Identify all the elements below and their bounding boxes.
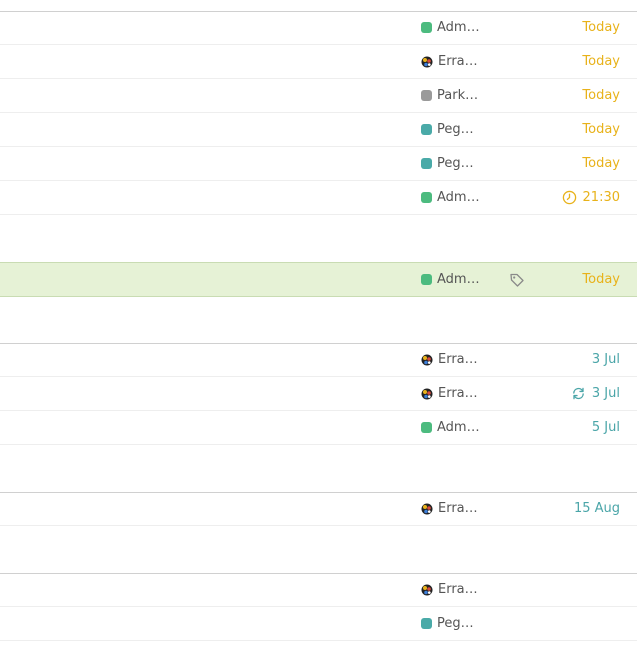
green-swatch-icon [421, 22, 432, 33]
project-name: Adm… [437, 420, 480, 435]
project-label[interactable]: Peg… [421, 113, 474, 146]
project-name: Erra… [438, 352, 478, 367]
project-label[interactable]: Adm… [421, 411, 480, 444]
tag-button[interactable] [509, 263, 525, 296]
green-swatch-icon [421, 192, 432, 203]
task-row[interactable]: Erra… 15 Aug [0, 492, 637, 526]
project-label[interactable]: Park… [421, 79, 478, 112]
project-name: Adm… [437, 190, 480, 205]
project-name: Peg… [437, 616, 474, 631]
green-swatch-icon [421, 274, 432, 285]
task-row[interactable]: Adm… 21:30 [0, 181, 637, 215]
task-row[interactable]: Peg… Today [0, 113, 637, 147]
tag-icon [510, 273, 524, 287]
project-name: Adm… [437, 272, 480, 287]
project-label[interactable]: Adm… [421, 11, 480, 44]
due-date[interactable]: 3 Jul [592, 386, 620, 401]
project-label[interactable]: Erra… [421, 573, 478, 606]
due-date[interactable]: Today [582, 20, 620, 35]
task-row[interactable]: Erra… 3 Jul [0, 343, 637, 377]
task-row-selected[interactable]: Adm… Today [0, 262, 637, 297]
avatar-icon [421, 584, 433, 595]
project-name: Peg… [437, 122, 474, 137]
task-row[interactable]: Erra… [0, 573, 637, 607]
avatar-icon [421, 354, 433, 365]
due-date[interactable]: 3 Jul [592, 352, 620, 367]
due-date[interactable]: Today [582, 156, 620, 171]
due-date[interactable]: 21:30 [583, 190, 620, 205]
project-name: Erra… [438, 54, 478, 69]
project-label[interactable]: Adm… [421, 263, 480, 296]
project-name: Park… [437, 88, 479, 103]
task-row[interactable]: Peg… [0, 607, 637, 641]
repeat-icon [573, 387, 584, 400]
task-row[interactable]: Adm… Today [0, 11, 637, 45]
clock-icon [562, 190, 576, 205]
project-name: Peg… [437, 156, 474, 171]
teal-swatch-icon [421, 124, 432, 135]
due-date[interactable]: 15 Aug [574, 501, 620, 516]
task-row[interactable]: Adm… 5 Jul [0, 411, 637, 445]
avatar-icon [421, 388, 433, 399]
due-date[interactable]: Today [582, 54, 620, 69]
project-name: Adm… [437, 20, 480, 35]
project-label[interactable]: Erra… [421, 492, 478, 525]
project-label[interactable]: Erra… [421, 377, 478, 410]
task-row[interactable]: Erra… Today [0, 45, 637, 79]
project-label[interactable]: Erra… [421, 45, 478, 78]
task-row[interactable]: Park… Today [0, 79, 637, 113]
due-date[interactable]: Today [582, 272, 620, 287]
project-name: Erra… [438, 386, 478, 401]
due-date[interactable]: Today [582, 88, 620, 103]
teal-swatch-icon [421, 158, 432, 169]
avatar-icon [421, 503, 433, 514]
task-row[interactable]: Peg… Today [0, 147, 637, 181]
project-name: Erra… [438, 501, 478, 516]
gray-swatch-icon [421, 90, 432, 101]
project-label[interactable]: Peg… [421, 147, 474, 180]
teal-swatch-icon [421, 618, 432, 629]
project-name: Erra… [438, 582, 478, 597]
project-label[interactable]: Erra… [421, 343, 478, 376]
avatar-icon [421, 56, 433, 67]
task-list: Adm… Today Erra… Today Park… Today Peg… … [0, 0, 637, 653]
green-swatch-icon [421, 422, 432, 433]
task-row[interactable]: Erra… 3 Jul [0, 377, 637, 411]
due-date[interactable]: Today [582, 122, 620, 137]
project-label[interactable]: Peg… [421, 607, 474, 640]
project-label[interactable]: Adm… [421, 181, 480, 214]
due-date[interactable]: 5 Jul [592, 420, 620, 435]
